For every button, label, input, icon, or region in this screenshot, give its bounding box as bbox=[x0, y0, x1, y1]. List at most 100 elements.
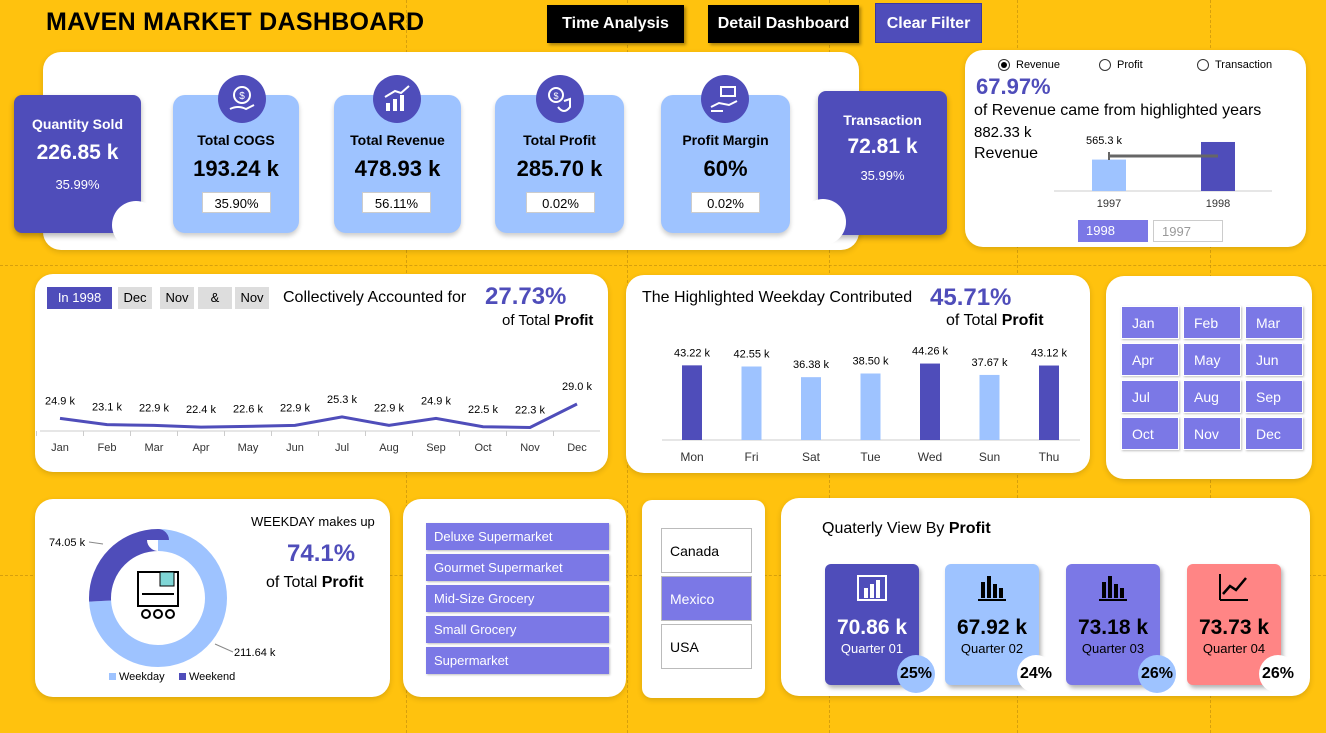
country-item-mexico[interactable]: Mexico bbox=[661, 576, 752, 621]
coin-shield-icon: $ bbox=[536, 75, 584, 123]
data-label: 44.26 k bbox=[912, 346, 949, 358]
weekday-headline: The Highlighted Weekday Contributed bbox=[642, 289, 913, 306]
kpi-percent: 0.02% bbox=[691, 192, 760, 213]
radio-label: Transaction bbox=[1215, 59, 1273, 71]
month-slicer-jul[interactable]: Jul bbox=[1121, 380, 1179, 413]
kpi-label: Transaction bbox=[843, 112, 922, 128]
weekday-bar[interactable] bbox=[682, 365, 702, 440]
filter-chip-month: Nov bbox=[235, 287, 269, 309]
month-slicer-jan[interactable]: Jan bbox=[1121, 306, 1179, 339]
leader-line bbox=[214, 643, 234, 653]
weekday-bar[interactable] bbox=[741, 366, 762, 440]
kpi-value: 60% bbox=[703, 156, 748, 181]
leader-line bbox=[88, 541, 104, 545]
month-slicer-nov[interactable]: Nov bbox=[1183, 417, 1241, 450]
weekday-bar[interactable] bbox=[801, 377, 821, 440]
year-bar[interactable] bbox=[1092, 159, 1126, 191]
data-label: 29.0 k bbox=[562, 381, 592, 393]
month-slicer-jun[interactable]: Jun bbox=[1245, 343, 1303, 376]
data-label: 43.22 k bbox=[674, 347, 711, 359]
data-label: 22.5 k bbox=[468, 404, 498, 416]
data-label: 25.3 k bbox=[327, 394, 357, 406]
bar-chart-icon bbox=[857, 575, 887, 601]
weekday-bar[interactable] bbox=[860, 373, 881, 441]
legend-label: Weekend bbox=[189, 671, 235, 683]
svg-text:$: $ bbox=[239, 91, 245, 102]
data-label: 74.05 k bbox=[49, 537, 86, 549]
weekday-subtitle: of Total Profit bbox=[946, 312, 1044, 330]
trend-chart-icon bbox=[1219, 574, 1248, 601]
radio-profit[interactable]: Profit bbox=[1099, 59, 1143, 71]
tick-label: Fri bbox=[745, 450, 759, 464]
quarter-percent: 25% bbox=[897, 655, 935, 693]
weekday-donut-chart: 74.05 k 211.64 k Weekday Weekend bbox=[49, 529, 276, 683]
monthly-percent: 27.73% bbox=[485, 283, 567, 310]
slicer-year-1998[interactable]: 1998 bbox=[1078, 220, 1148, 242]
data-label: 22.3 k bbox=[515, 404, 545, 416]
filter-chip-month: Dec bbox=[118, 287, 152, 309]
filter-chip-and: & bbox=[198, 287, 232, 309]
money-bag-icon: $ bbox=[218, 75, 266, 123]
country-item-usa[interactable]: USA bbox=[661, 624, 752, 669]
legend-label: Weekday bbox=[119, 671, 165, 683]
quarter-value: 73.73 k bbox=[1198, 616, 1270, 639]
monthly-line-chart: 24.9 k Jan 23.1 k Feb 22.9 k Mar 22.4 k Apr 22.6… bbox=[36, 381, 600, 454]
data-label: 23.1 k bbox=[92, 402, 122, 414]
tick-label: Nov bbox=[520, 442, 540, 454]
quarter-label: Quarter 04 bbox=[1202, 641, 1266, 656]
year-bar[interactable] bbox=[1201, 141, 1235, 191]
store-type-item[interactable]: Supermarket bbox=[426, 647, 609, 674]
store-type-item[interactable]: Small Grocery bbox=[426, 616, 609, 643]
donut-percent: 74.1% bbox=[287, 540, 356, 567]
year-bar-chart: 1997 1998 565.3 k bbox=[1054, 135, 1272, 210]
tick-label: Oct bbox=[474, 442, 491, 454]
weekday-bar[interactable] bbox=[920, 363, 940, 440]
month-slicer-dec[interactable]: Dec bbox=[1245, 417, 1303, 450]
kpi-value: 226.85 k bbox=[36, 141, 119, 164]
tick-label: Wed bbox=[918, 450, 942, 464]
month-slicer-feb[interactable]: Feb bbox=[1183, 306, 1241, 339]
tick-label: Sat bbox=[802, 450, 821, 464]
guide-line bbox=[0, 265, 1326, 266]
kpi-label: Quantity Sold bbox=[32, 116, 123, 132]
tick-label: Apr bbox=[192, 442, 209, 454]
country-item-canada[interactable]: Canada bbox=[661, 528, 752, 573]
subtitle-bold: Profit bbox=[1001, 312, 1044, 329]
weekday-bar[interactable] bbox=[1039, 365, 1059, 440]
month-slicer-mar[interactable]: Mar bbox=[1245, 306, 1303, 339]
data-label: 37.67 k bbox=[971, 357, 1008, 369]
kpi-percent: 56.11% bbox=[362, 192, 431, 213]
slicer-year-1997[interactable]: 1997 bbox=[1153, 220, 1223, 242]
month-slicer-apr[interactable]: Apr bbox=[1121, 343, 1179, 376]
data-label: 42.55 k bbox=[733, 349, 770, 361]
time-analysis-button[interactable]: Time Analysis bbox=[547, 5, 684, 43]
kpi-label: Total Revenue bbox=[350, 132, 445, 148]
subtitle-bold: Profit bbox=[321, 574, 364, 591]
radio-transaction[interactable]: Transaction bbox=[1197, 59, 1272, 71]
radio-revenue[interactable]: Revenue bbox=[998, 59, 1060, 71]
subtitle-bold: Profit bbox=[554, 312, 594, 329]
tick-label: May bbox=[238, 442, 259, 454]
decorative-circle bbox=[800, 199, 846, 245]
kpi-value: 478.93 k bbox=[354, 156, 441, 181]
data-label: 24.9 k bbox=[421, 395, 451, 407]
month-slicer-oct[interactable]: Oct bbox=[1121, 417, 1179, 450]
month-slicer-sep[interactable]: Sep bbox=[1245, 380, 1303, 413]
kpi-label: Profit Margin bbox=[682, 132, 769, 148]
tick-label: 1998 bbox=[1206, 198, 1230, 210]
tick-label: Aug bbox=[379, 442, 399, 454]
weekday-bar[interactable] bbox=[979, 374, 1000, 440]
quarter-value: 70.86 k bbox=[836, 616, 908, 639]
kpi-percent: 35.99% bbox=[55, 177, 100, 192]
data-label: 22.4 k bbox=[186, 404, 216, 416]
tick-label: Dec bbox=[567, 442, 587, 454]
store-type-item[interactable]: Mid-Size Grocery bbox=[426, 585, 609, 612]
detail-dashboard-button[interactable]: Detail Dashboard bbox=[708, 5, 859, 43]
month-slicer-may[interactable]: May bbox=[1183, 343, 1241, 376]
store-type-item[interactable]: Gourmet Supermarket bbox=[426, 554, 609, 581]
data-label: 565.3 k bbox=[1086, 135, 1123, 147]
store-type-item[interactable]: Deluxe Supermarket bbox=[426, 523, 609, 550]
quarter-value: 67.92 k bbox=[956, 616, 1028, 639]
clear-filter-button[interactable]: Clear Filter bbox=[875, 3, 982, 43]
month-slicer-aug[interactable]: Aug bbox=[1183, 380, 1241, 413]
